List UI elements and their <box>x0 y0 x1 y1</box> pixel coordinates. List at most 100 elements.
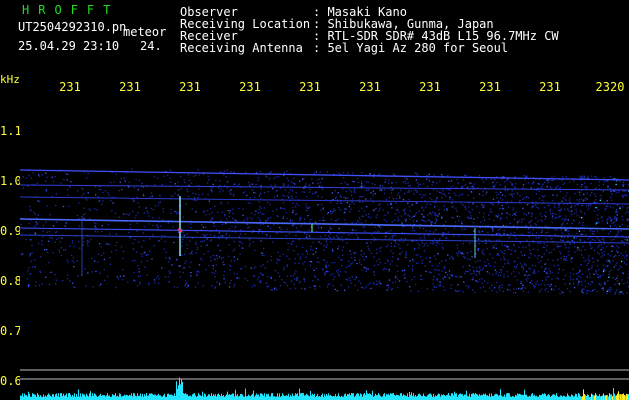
noise-floor-bar <box>173 395 174 400</box>
noise-speckle <box>605 208 607 210</box>
noise-speckle <box>569 181 571 183</box>
noise-floor-bar <box>427 395 428 400</box>
noise-floor-bar <box>419 393 420 400</box>
noise-speckle <box>337 271 339 273</box>
noise-speckle <box>612 256 615 258</box>
noise-speckle <box>456 210 458 212</box>
noise-speckle <box>382 185 384 187</box>
noise-speckle <box>271 289 273 291</box>
noise-speckle <box>263 255 265 257</box>
noise-speckle <box>452 185 454 187</box>
noise-speckle <box>451 206 453 208</box>
noise-speckle <box>463 228 465 230</box>
noise-speckle <box>132 248 134 250</box>
noise-speckle <box>253 191 255 194</box>
noise-speckle <box>557 278 560 280</box>
noise-speckle <box>305 203 307 205</box>
noise-speckle <box>507 246 509 248</box>
noise-speckle <box>282 194 284 197</box>
noise-speckle <box>400 238 402 240</box>
noise-speckle <box>257 212 259 214</box>
noise-floor-bar <box>66 393 67 400</box>
noise-speckle <box>478 193 480 195</box>
noise-speckle <box>391 260 393 262</box>
noise-floor-bar <box>35 394 36 400</box>
noise-floor-bar <box>385 396 386 400</box>
y-tick-0.7: 0.7 <box>0 324 22 338</box>
noise-speckle <box>510 253 512 255</box>
noise-speckle <box>504 263 506 265</box>
noise-speckle <box>518 246 520 248</box>
noise-speckle <box>437 215 439 217</box>
noise-speckle <box>602 289 604 291</box>
noise-speckle <box>185 203 187 205</box>
noise-floor-bar <box>145 395 146 400</box>
noise-speckle <box>304 268 306 271</box>
noise-speckle <box>387 204 389 206</box>
noise-speckle <box>39 271 42 274</box>
noise-speckle <box>417 242 419 245</box>
noise-speckle <box>444 195 447 197</box>
noise-floor-bar <box>551 395 552 400</box>
noise-speckle <box>76 260 78 262</box>
noise-floor-bar <box>27 396 28 400</box>
noise-speckle <box>417 290 420 292</box>
noise-speckle <box>611 222 613 224</box>
noise-speckle <box>503 276 505 278</box>
noise-floor-bar <box>448 393 449 400</box>
noise-speckle <box>38 284 40 287</box>
noise-speckle <box>267 276 269 278</box>
noise-speckle <box>189 240 191 242</box>
noise-speckle <box>465 285 467 287</box>
noise-speckle <box>387 287 390 289</box>
noise-speckle <box>345 278 347 281</box>
noise-floor-bar <box>371 395 372 400</box>
noise-speckle <box>235 219 238 222</box>
noise-speckle <box>195 211 197 213</box>
noise-speckle <box>541 280 543 282</box>
noise-speckle <box>473 187 475 189</box>
noise-speckle <box>198 271 200 273</box>
noise-speckle <box>342 254 344 256</box>
noise-floor-bar <box>585 395 586 400</box>
noise-speckle <box>615 211 617 213</box>
noise-speckle <box>148 250 151 252</box>
noise-speckle <box>243 219 246 221</box>
noise-floor-bar <box>416 396 417 400</box>
noise-floor-bar <box>352 393 353 400</box>
noise-speckle <box>351 262 354 264</box>
noise-speckle <box>202 226 204 228</box>
noise-speckle <box>274 269 277 272</box>
noise-speckle <box>223 264 225 266</box>
noise-speckle <box>505 179 508 181</box>
noise-speckle <box>258 209 260 211</box>
noise-speckle <box>177 194 179 196</box>
noise-floor-bar <box>158 393 159 400</box>
noise-speckle <box>335 196 337 198</box>
noise-speckle <box>416 172 418 175</box>
noise-floor-bar <box>292 393 293 400</box>
noise-speckle <box>437 253 439 255</box>
noise-speckle <box>262 264 264 266</box>
noise-speckle <box>322 219 324 221</box>
noise-speckle <box>27 285 30 287</box>
noise-speckle <box>551 278 553 280</box>
noise-speckle <box>432 278 435 281</box>
noise-speckle <box>574 193 576 195</box>
noise-floor-bar <box>267 394 268 400</box>
noise-speckle <box>239 241 241 243</box>
noise-speckle <box>123 213 125 215</box>
noise-floor-bar <box>186 394 187 400</box>
noise-speckle <box>186 282 188 284</box>
noise-floor-bar <box>53 394 54 400</box>
noise-speckle <box>219 180 221 182</box>
noise-speckle <box>597 208 599 211</box>
noise-speckle <box>53 180 55 183</box>
noise-floor-bar <box>223 395 224 400</box>
noise-speckle <box>360 254 362 256</box>
noise-floor-bar <box>307 394 308 400</box>
noise-speckle <box>318 261 320 264</box>
noise-speckle <box>617 191 620 193</box>
noise-speckle <box>535 217 537 219</box>
noise-speckle <box>379 207 381 209</box>
